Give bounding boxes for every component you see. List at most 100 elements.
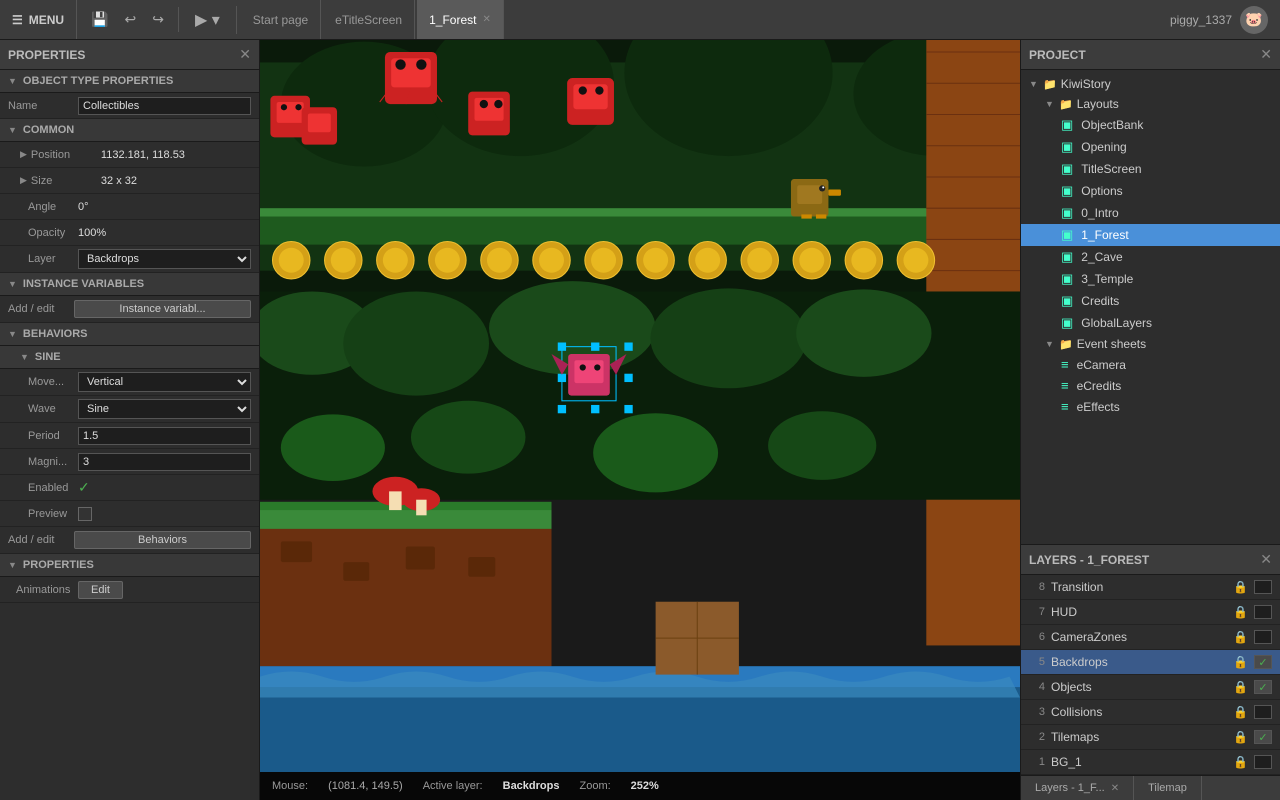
play-button[interactable]: ▶ ▾ (187, 6, 228, 34)
properties-sub-section-header[interactable]: ▼ PROPERTIES (0, 554, 259, 577)
tree-credits[interactable]: ▣ Credits (1021, 290, 1280, 312)
layer-eye-bg1[interactable] (1254, 755, 1272, 769)
layer-lock-hud: 🔒 (1233, 605, 1248, 619)
behaviors-label: BEHAVIORS (23, 328, 88, 340)
period-input[interactable] (78, 427, 251, 445)
name-row: Name (0, 93, 259, 119)
event-icon-eeffects: ≡ (1061, 399, 1069, 414)
properties-panel-header: PROPERTIES ✕ (0, 40, 259, 70)
layer-lock-transition: 🔒 (1233, 580, 1248, 594)
preview-checkbox[interactable] (78, 507, 92, 521)
tab-etitlescreen[interactable]: eTitleScreen (323, 0, 415, 39)
layers-close-button[interactable]: ✕ (1260, 551, 1272, 568)
project-close-button[interactable]: ✕ (1260, 46, 1272, 63)
tree-eeffects[interactable]: ≡ eEffects (1021, 396, 1280, 417)
layer-name-objects: Objects (1051, 680, 1227, 694)
layer-eye-camerazones[interactable] (1254, 630, 1272, 644)
play-section: ▶ ▾ (179, 6, 237, 34)
undo-button[interactable]: ↩ (119, 7, 143, 32)
magni-input[interactable] (78, 453, 251, 471)
tree-ecredits[interactable]: ≡ eCredits (1021, 375, 1280, 396)
tree-titlescreen[interactable]: ▣ TitleScreen (1021, 158, 1280, 180)
event-icon-ecamera: ≡ (1061, 357, 1069, 372)
layer-num-7: 7 (1029, 606, 1045, 618)
layout-icon-2cave: ▣ (1061, 249, 1073, 265)
tree-ecamera[interactable]: ≡ eCamera (1021, 354, 1280, 375)
hamburger-icon: ☰ (12, 13, 23, 27)
redo-button[interactable]: ↪ (146, 7, 170, 32)
layer-camerazones[interactable]: 6 CameraZones 🔒 (1021, 625, 1280, 650)
save-button[interactable]: 💾 (85, 7, 114, 32)
tree-1forest[interactable]: ▣ 1_Forest (1021, 224, 1280, 246)
layouts-arrow: ▼ (1045, 99, 1055, 109)
layer-eye-transition[interactable] (1254, 580, 1272, 594)
layer-eye-objects[interactable]: ✓ (1254, 680, 1272, 694)
sine-section-header[interactable]: ▼ SINE (0, 346, 259, 369)
instance-add-label: Add / edit (8, 303, 68, 315)
bottom-tab-tilemap-label: Tilemap (1148, 782, 1187, 794)
layer-num-3: 3 (1029, 706, 1045, 718)
tab-forest-close[interactable]: ✕ (482, 14, 490, 25)
common-section-header[interactable]: ▼ COMMON (0, 119, 259, 142)
layer-select[interactable]: Backdrops (78, 249, 251, 269)
layout-label-globallayers: GlobalLayers (1081, 316, 1152, 330)
canvas-area[interactable]: Mouse: (1081.4, 149.5) Active layer: Bac… (260, 40, 1020, 800)
tree-opening[interactable]: ▣ Opening (1021, 136, 1280, 158)
angle-row: Angle 0° (0, 194, 259, 220)
layer-objects[interactable]: 4 Objects 🔒 ✓ (1021, 675, 1280, 700)
tree-2cave[interactable]: ▣ 2_Cave (1021, 246, 1280, 268)
menu-label[interactable]: MENU (29, 13, 64, 27)
layer-eye-collisions[interactable] (1254, 705, 1272, 719)
wave-select[interactable]: Sine (78, 399, 251, 419)
event-sheets-arrow: ▼ (1045, 339, 1055, 349)
animations-edit-button[interactable]: Edit (78, 581, 123, 599)
tree-options[interactable]: ▣ Options (1021, 180, 1280, 202)
layer-eye-tilemaps[interactable]: ✓ (1254, 730, 1272, 744)
layer-hud[interactable]: 7 HUD 🔒 (1021, 600, 1280, 625)
layer-lock-collisions: 🔒 (1233, 705, 1248, 719)
behaviors-button[interactable]: Behaviors (74, 531, 251, 549)
bottom-tab-tilemap[interactable]: Tilemap (1134, 776, 1202, 800)
common-arrow: ▼ (8, 125, 17, 135)
layer-tilemaps[interactable]: 2 Tilemaps 🔒 ✓ (1021, 725, 1280, 750)
name-input[interactable] (78, 97, 251, 115)
object-type-arrow: ▼ (8, 76, 17, 86)
layer-eye-backdrops[interactable]: ✓ (1254, 655, 1272, 669)
layout-icon-objectbank: ▣ (1061, 117, 1073, 133)
instance-variables-button[interactable]: Instance variabl... (74, 300, 251, 318)
tree-0intro[interactable]: ▣ 0_Intro (1021, 202, 1280, 224)
behaviors-section-header[interactable]: ▼ BEHAVIORS (0, 323, 259, 346)
layer-num-1: 1 (1029, 756, 1045, 768)
layer-backdrops[interactable]: 5 Backdrops 🔒 ✓ (1021, 650, 1280, 675)
layer-bg1[interactable]: 1 BG_1 🔒 (1021, 750, 1280, 775)
menu-section: ☰ MENU (0, 0, 77, 39)
bottom-tab-layers[interactable]: Layers - 1_F... ✕ (1021, 776, 1134, 800)
properties-close-button[interactable]: ✕ (239, 46, 251, 63)
project-title: PROJECT (1029, 48, 1086, 62)
tree-root[interactable]: ▼ 📁 KiwiStory (1021, 74, 1280, 94)
layer-collisions[interactable]: 3 Collisions 🔒 (1021, 700, 1280, 725)
tree-objectbank[interactable]: ▣ ObjectBank (1021, 114, 1280, 136)
tree-layouts[interactable]: ▼ 📁 Layouts (1021, 94, 1280, 114)
size-row: ▶ Size 32 x 32 (0, 168, 259, 194)
layer-eye-hud[interactable] (1254, 605, 1272, 619)
layer-transition[interactable]: 8 Transition 🔒 (1021, 575, 1280, 600)
sine-label: SINE (35, 351, 61, 363)
tree-globallayers[interactable]: ▣ GlobalLayers (1021, 312, 1280, 334)
bottom-tab-layers-close[interactable]: ✕ (1111, 783, 1119, 794)
enabled-check[interactable]: ✓ (78, 479, 90, 496)
animations-row: Animations Edit (0, 577, 259, 603)
user-avatar[interactable]: 🐷 (1240, 6, 1268, 34)
tree-event-sheets[interactable]: ▼ 📁 Event sheets (1021, 334, 1280, 354)
object-type-section-header[interactable]: ▼ OBJECT TYPE PROPERTIES (0, 70, 259, 93)
tab-forest[interactable]: 1_Forest ✕ (417, 0, 504, 39)
move-select[interactable]: Vertical (78, 372, 251, 392)
layer-name-backdrops: Backdrops (1051, 655, 1227, 669)
layout-label-options: Options (1081, 184, 1122, 198)
status-bar: Mouse: (1081.4, 149.5) Active layer: Bac… (260, 772, 1020, 800)
layer-num-4: 4 (1029, 681, 1045, 693)
instance-variables-section-header[interactable]: ▼ INSTANCE VARIABLES (0, 273, 259, 296)
instance-variables-add-row: Add / edit Instance variabl... (0, 296, 259, 323)
tab-start-page[interactable]: Start page (241, 0, 321, 39)
tree-3temple[interactable]: ▣ 3_Temple (1021, 268, 1280, 290)
